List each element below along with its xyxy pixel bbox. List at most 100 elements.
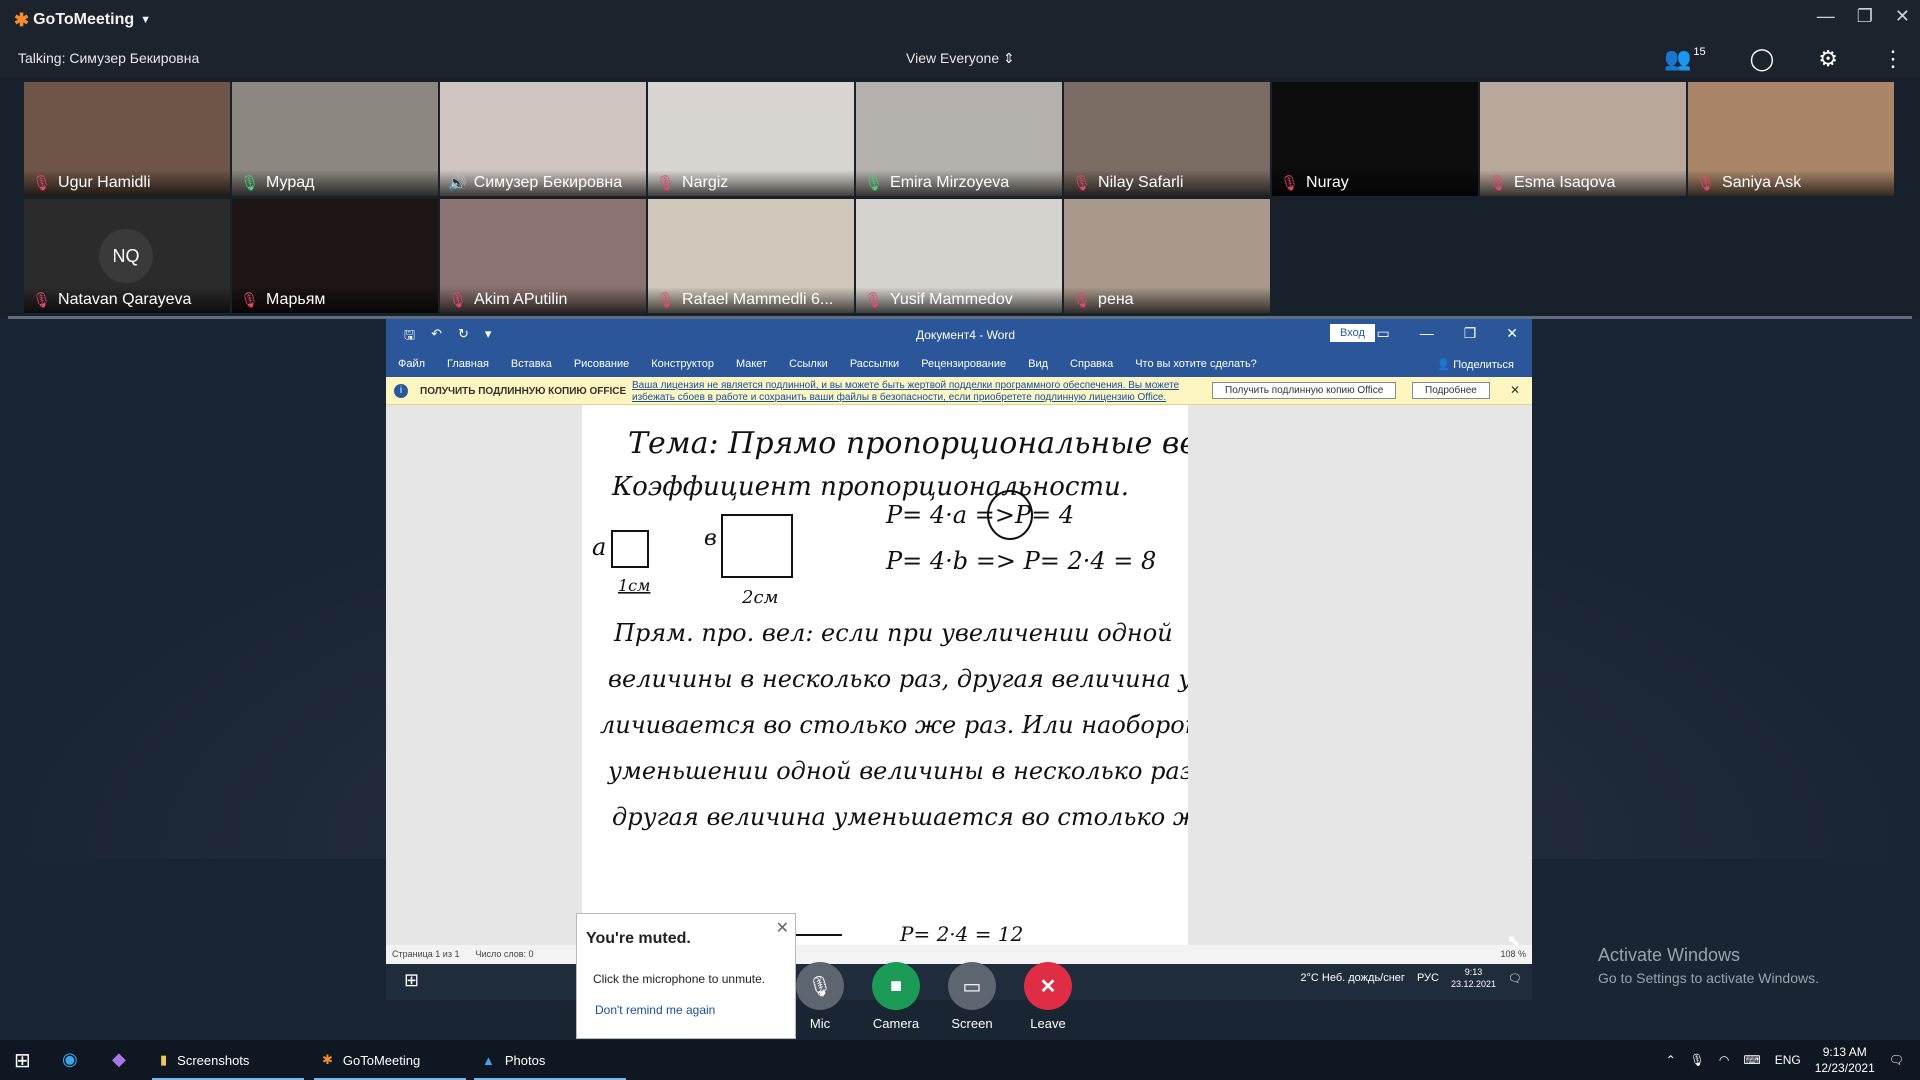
note-line: Коэффициент пропорциональности. — [611, 472, 1129, 502]
participant-tile[interactable]: 🎙 Nargiz — [648, 82, 854, 196]
ribbon-tab[interactable]: Главная — [447, 358, 489, 370]
note-line: уменьшении одной величины в несколько ра… — [607, 757, 1188, 785]
gotomeeting-window: ✱ GoToMeeting ▼ — ❐ ✕ Talking: Симузер Б… — [0, 0, 1920, 1040]
activate-windows-watermark: Activate Windows Go to Settings to activ… — [1598, 945, 1819, 986]
participant-name: Esma Isaqova — [1514, 174, 1616, 191]
notification-icon[interactable]: 🗨 — [1889, 1053, 1904, 1067]
quick-access: 🖫 ↶ ↻ ▾ — [404, 326, 491, 348]
dont-remind-link[interactable]: Don't remind me again — [595, 1003, 715, 1017]
warning-message[interactable]: Ваша лицензия не является подлинной, и в… — [632, 380, 1192, 404]
redo-icon[interactable]: ↻ — [458, 326, 469, 348]
more-info-button[interactable]: Подробнее — [1412, 382, 1490, 399]
restore-icon[interactable]: ❐ — [1464, 325, 1477, 342]
mic-muted-icon: 🎙 — [32, 292, 52, 309]
ribbon-tab[interactable]: Макет — [736, 358, 767, 370]
participant-name: Emira Mirzoyeva — [890, 174, 1010, 191]
participant-tile[interactable]: 🎙 Rafael Mammedli 6... — [648, 199, 854, 313]
minimize-icon[interactable]: — — [1420, 325, 1434, 342]
participant-tile[interactable]: 🎙 Ugur Hamidli — [24, 82, 230, 196]
word-window-controls: ▭ — ❐ ✕ — [1376, 325, 1518, 342]
participant-tile[interactable]: 🎙 Nilay Safarli — [1064, 82, 1270, 196]
document-page[interactable]: Тема: Прямо пропорциональные величины. К… — [582, 405, 1188, 945]
participant-tile[interactable]: 🎙 Марьям — [232, 199, 438, 313]
participant-tile[interactable]: NQ 🎙 Natavan Qarayeva — [24, 199, 230, 313]
ribbon-tab[interactable]: Рисование — [574, 358, 629, 370]
participant-tile[interactable]: 🎙 Esma Isaqova — [1480, 82, 1686, 196]
remote-language: РУС — [1416, 972, 1439, 984]
participant-name-bar: 🎙 Rafael Mammedli 6... — [648, 287, 854, 313]
wifi-icon[interactable]: ◠ — [1719, 1053, 1729, 1067]
participant-tile[interactable]: 🎙 Yusif Mammedov — [856, 199, 1062, 313]
talking-indicator: Talking: Симузер Бекировна — [18, 50, 200, 66]
clock-time: 9:13 AM — [1822, 1045, 1867, 1059]
ribbon-tab[interactable]: Конструктор — [651, 358, 714, 370]
ribbon-tab[interactable]: Справка — [1070, 358, 1113, 370]
get-genuine-button[interactable]: Получить подлинную копию Office — [1212, 382, 1397, 399]
edge-icon[interactable]: ◉ — [62, 1049, 78, 1070]
system-tray: ⌃ 🎙 ◠ ⌨ ENG 9:13 AM 12/23/2021 🗨 — [1666, 1040, 1904, 1080]
ribbon-tab[interactable]: Вид — [1028, 358, 1048, 370]
ribbon-tab[interactable]: Файл — [398, 358, 425, 370]
restore-icon[interactable]: ❐ — [1857, 6, 1873, 27]
language-indicator[interactable]: ENG — [1775, 1053, 1801, 1067]
remote-time: 9:13 — [1464, 967, 1483, 977]
mic-muted-icon: 🎙 — [240, 292, 260, 309]
gear-icon[interactable]: ⚙ — [1818, 46, 1838, 72]
attendees-button[interactable]: 👥 15 — [1664, 46, 1706, 72]
participant-name: Марьям — [266, 291, 326, 308]
participant-name-bar: 🎙 Natavan Qarayeva — [24, 287, 230, 313]
participant-tile[interactable]: 🎙 Мурад — [232, 82, 438, 196]
participant-tile[interactable]: 🎙 Akim APutilin — [440, 199, 646, 313]
close-icon[interactable]: ✕ — [1506, 325, 1518, 342]
ribbon-tab[interactable]: Вставка — [511, 358, 552, 370]
taskbar-app-photos[interactable]: ▲ Photos — [474, 1040, 626, 1080]
leave-button[interactable]: ✕ Leave — [1024, 962, 1072, 1031]
chevron-down-icon: ▼ — [140, 14, 152, 26]
ribbon-display-icon[interactable]: ▭ — [1376, 325, 1389, 342]
view-selector[interactable]: View Everyone ⇕ — [906, 50, 1015, 67]
participant-tile[interactable]: 🎙 Emira Mirzoyeva — [856, 82, 1062, 196]
visual-studio-icon[interactable]: ◆ — [112, 1049, 126, 1070]
more-icon[interactable]: ⋮ — [1882, 46, 1904, 72]
login-button[interactable]: Вход — [1330, 324, 1375, 342]
microphone-icon[interactable]: 🎙 — [1690, 1053, 1705, 1067]
mic-muted-icon: 🎙 — [1072, 175, 1092, 192]
participant-name-bar: 🎙 Nilay Safarli — [1064, 170, 1270, 196]
activate-title: Activate Windows — [1598, 945, 1741, 965]
ribbon-tab[interactable]: Рецензирование — [921, 358, 1006, 370]
minimize-icon[interactable]: — — [1817, 6, 1835, 27]
leave-label: Leave — [1030, 1016, 1066, 1031]
mic-button[interactable]: 🎙 Mic — [796, 962, 844, 1031]
share-button[interactable]: 👤 Поделиться — [1436, 358, 1514, 371]
note-line: величины в несколько раз, другая величин… — [608, 665, 1188, 693]
ribbon-tab[interactable]: Что вы хотите сделать? — [1135, 358, 1257, 370]
chevron-up-icon[interactable]: ⌃ — [1666, 1053, 1676, 1067]
save-icon[interactable]: 🖫 — [404, 326, 415, 348]
taskbar-app-gotomeeting[interactable]: ✱ GoToMeeting — [314, 1040, 466, 1080]
word-title-bar: 🖫 ↶ ↻ ▾ Документ4 - Word Вход ▭ — ❐ ✕ — [386, 319, 1532, 351]
muted-body: Click the microphone to unmute. — [593, 972, 766, 986]
taskbar-app-screenshots[interactable]: ▮ Screenshots — [152, 1040, 304, 1080]
windows-taskbar: ⊞ ◉ ◆ ▮ Screenshots ✱ GoToMeeting ▲ Phot… — [0, 1040, 1920, 1080]
app-menu[interactable]: ✱ GoToMeeting ▼ — [14, 10, 151, 31]
chat-icon[interactable]: ◯ — [1750, 46, 1775, 72]
close-icon[interactable]: ✕ — [776, 918, 789, 938]
participant-tile[interactable]: 🎙 Saniya Ask — [1688, 82, 1894, 196]
participant-tile[interactable]: 🔊 Симузер Бекировна — [440, 82, 646, 196]
participant-tile[interactable]: 🎙 Nuray — [1272, 82, 1478, 196]
document-area: Тема: Прямо пропорциональные величины. К… — [386, 405, 1532, 945]
ribbon-tab[interactable]: Ссылки — [789, 358, 828, 370]
camera-button[interactable]: ■ Camera — [872, 962, 920, 1031]
undo-icon[interactable]: ↶ — [431, 326, 442, 348]
clock[interactable]: 9:13 AM 12/23/2021 — [1815, 1044, 1875, 1076]
mic-muted-icon: 🎙 — [1072, 292, 1092, 309]
keyboard-icon[interactable]: ⌨ — [1743, 1053, 1760, 1067]
participant-tile[interactable]: 🎙 рена — [1064, 199, 1270, 313]
participant-name: Akim APutilin — [474, 291, 568, 308]
ribbon-tab[interactable]: Рассылки — [850, 358, 899, 370]
customize-icon[interactable]: ▾ — [485, 326, 492, 348]
screen-button[interactable]: ▭ Screen — [948, 962, 996, 1031]
close-icon[interactable]: ✕ — [1510, 383, 1520, 397]
close-icon[interactable]: ✕ — [1895, 6, 1910, 27]
windows-start-icon[interactable]: ⊞ — [14, 1048, 31, 1073]
